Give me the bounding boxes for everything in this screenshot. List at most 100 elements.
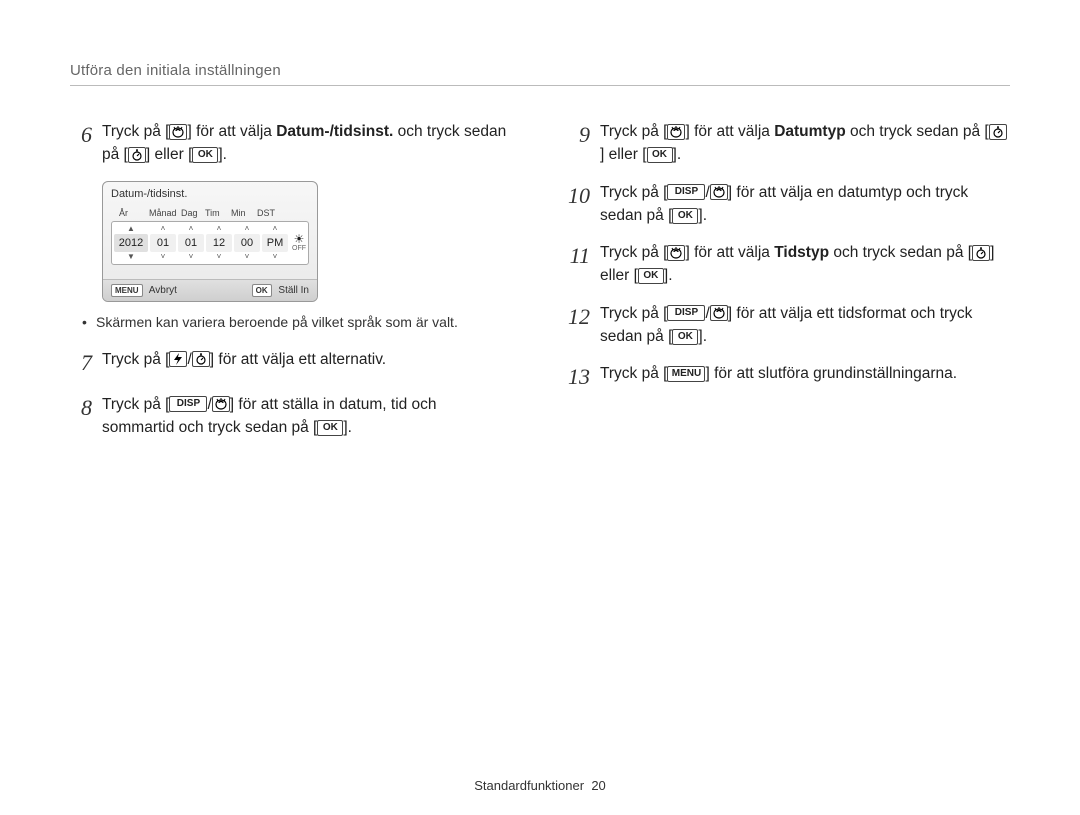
ampm-value: PM xyxy=(262,234,288,252)
step-number: 10 xyxy=(568,179,590,228)
chevron-down-icon[interactable]: ˅ xyxy=(273,252,278,262)
step-7: 7 Tryck på [/] för att välja ett alterna… xyxy=(70,348,512,379)
timer-icon xyxy=(128,147,146,163)
text: ] för att välja xyxy=(187,123,276,140)
header-dst: DST xyxy=(257,208,289,218)
arrow-up-icon[interactable]: ▲ xyxy=(127,224,135,234)
step-9: 9 Tryck på [ ] för att välja Datumtyp och… xyxy=(568,120,1010,167)
text: ]. xyxy=(673,146,682,163)
chevron-down-icon[interactable]: ˅ xyxy=(161,252,166,262)
menu-label: Avbryt xyxy=(149,285,177,296)
macro-icon xyxy=(710,184,728,200)
step-body: Tryck på [DISP/] för att välja ett tidsf… xyxy=(600,302,1010,349)
sun-icon: ☀ xyxy=(294,233,305,245)
ok-icon: OK xyxy=(647,147,673,163)
macro-icon xyxy=(710,305,728,321)
bold-text: Tidstyp xyxy=(774,244,829,261)
chevron-down-icon[interactable]: ˅ xyxy=(245,252,250,262)
disp-icon: DISP xyxy=(667,305,705,321)
timer-icon xyxy=(972,245,990,261)
ok-icon: OK xyxy=(192,147,218,163)
dst-off-label: OFF xyxy=(292,245,306,252)
text: Tryck på [ xyxy=(600,123,667,140)
chevron-up-icon[interactable]: ˄ xyxy=(189,224,194,234)
step-12: 12 Tryck på [DISP/] för att välja ett ti… xyxy=(568,302,1010,349)
text: ] för att välja xyxy=(685,123,774,140)
hour-col[interactable]: ˄ 12 ˅ xyxy=(206,224,232,262)
step-number: 6 xyxy=(70,118,92,167)
day-col[interactable]: ˄ 01 ˅ xyxy=(178,224,204,262)
day-value: 01 xyxy=(178,234,204,252)
step-11: 11 Tryck på [ ] för att välja Tidstyp och… xyxy=(568,241,1010,288)
step-body: Tryck på [/] för att välja ett alternati… xyxy=(102,348,512,379)
ampm-col[interactable]: ˄ PM ˅ xyxy=(262,224,288,262)
step-number: 9 xyxy=(568,118,590,167)
ok-label: Ställ In xyxy=(278,285,309,296)
text: och tryck sedan på [ xyxy=(846,123,989,140)
dst-col[interactable]: ☀ OFF xyxy=(290,224,308,262)
text: Tryck på [ xyxy=(102,351,169,368)
step-body: Tryck på [MENU] för att slutföra grundin… xyxy=(600,362,1010,393)
step-body: Tryck på [] för att välja Datum-/tidsins… xyxy=(102,120,512,167)
step-body: Tryck på [ ] för att välja Datumtyp och t… xyxy=(600,120,1010,167)
breadcrumb: Utföra den initiala inställningen xyxy=(70,62,1010,86)
text: Tryck på [ xyxy=(102,396,169,413)
disp-icon: DISP xyxy=(169,396,207,412)
footer-left: MENU Avbryt xyxy=(111,284,177,297)
text: ] eller [ xyxy=(146,146,193,163)
timer-icon xyxy=(192,351,210,367)
step-number: 8 xyxy=(70,391,92,440)
year-col[interactable]: ▲ 2012 ▼ xyxy=(114,224,148,262)
step-body: Tryck på [DISP/] för att ställa in datum… xyxy=(102,393,512,440)
chevron-up-icon[interactable]: ˄ xyxy=(245,224,250,234)
chevron-up-icon[interactable]: ˄ xyxy=(273,224,278,234)
camera-screen: Datum-/tidsinst. År Månad Dag Tim Min DS… xyxy=(102,181,512,302)
flash-icon xyxy=(169,351,187,367)
menu-button-icon: MENU xyxy=(111,284,143,297)
header-min: Min xyxy=(231,208,257,218)
ok-icon: OK xyxy=(317,420,343,436)
arrow-down-icon[interactable]: ▼ xyxy=(127,252,135,262)
text: och tryck sedan på [ xyxy=(829,244,972,261)
chevron-up-icon[interactable]: ˄ xyxy=(217,224,222,234)
disp-icon: DISP xyxy=(667,184,705,200)
step-body: Tryck på [ ] för att välja Tidstyp och tr… xyxy=(600,241,1010,288)
footer-right: OK Ställ In xyxy=(252,284,309,297)
ok-icon: OK xyxy=(638,268,664,284)
text: ] för att välja xyxy=(685,244,774,261)
left-column: 6 Tryck på [ ] för att välja Datum-/tidsi… xyxy=(70,120,512,453)
chevron-down-icon[interactable]: ˅ xyxy=(217,252,222,262)
step-number: 7 xyxy=(70,346,92,379)
chevron-down-icon[interactable]: ˅ xyxy=(189,252,194,262)
step-number: 13 xyxy=(568,360,590,393)
step-body: Tryck på [DISP/] för att välja en datumt… xyxy=(600,181,1010,228)
step-number: 11 xyxy=(568,239,590,288)
chevron-up-icon[interactable]: ˄ xyxy=(161,224,166,234)
screen-title: Datum-/tidsinst. xyxy=(103,182,317,208)
month-col[interactable]: ˄ 01 ˅ xyxy=(150,224,176,262)
step-number: 12 xyxy=(568,300,590,349)
step-6: 6 Tryck på [] för att välja Datum-/tidsi… xyxy=(70,120,512,167)
content-columns: 6 Tryck på [ ] för att välja Datum-/tidsi… xyxy=(70,120,1010,453)
header-month: Månad xyxy=(149,208,181,218)
min-value: 00 xyxy=(234,234,260,252)
footer-page: 20 xyxy=(591,778,605,793)
bold-text: Datumtyp xyxy=(774,123,845,140)
macro-icon xyxy=(667,245,685,261)
picker-headers: År Månad Dag Tim Min DST xyxy=(103,208,317,221)
macro-icon xyxy=(169,124,187,140)
text: ] för att slutföra grundinställningarna. xyxy=(705,365,957,382)
month-value: 01 xyxy=(150,234,176,252)
ok-icon: OK xyxy=(672,208,698,224)
text: Tryck på [ xyxy=(102,123,169,140)
min-col[interactable]: ˄ 00 ˅ xyxy=(234,224,260,262)
text: ] för att välja ett alternativ. xyxy=(210,351,386,368)
menu-icon: MENU xyxy=(667,366,705,382)
header-day: Dag xyxy=(181,208,205,218)
text: Tryck på [ xyxy=(600,244,667,261)
text: Tryck på [ xyxy=(600,365,667,382)
screen-footer: MENU Avbryt OK Ställ In xyxy=(103,279,317,301)
year-value: 2012 xyxy=(114,234,148,252)
footer-section: Standardfunktioner xyxy=(474,778,584,793)
macro-icon xyxy=(667,124,685,140)
